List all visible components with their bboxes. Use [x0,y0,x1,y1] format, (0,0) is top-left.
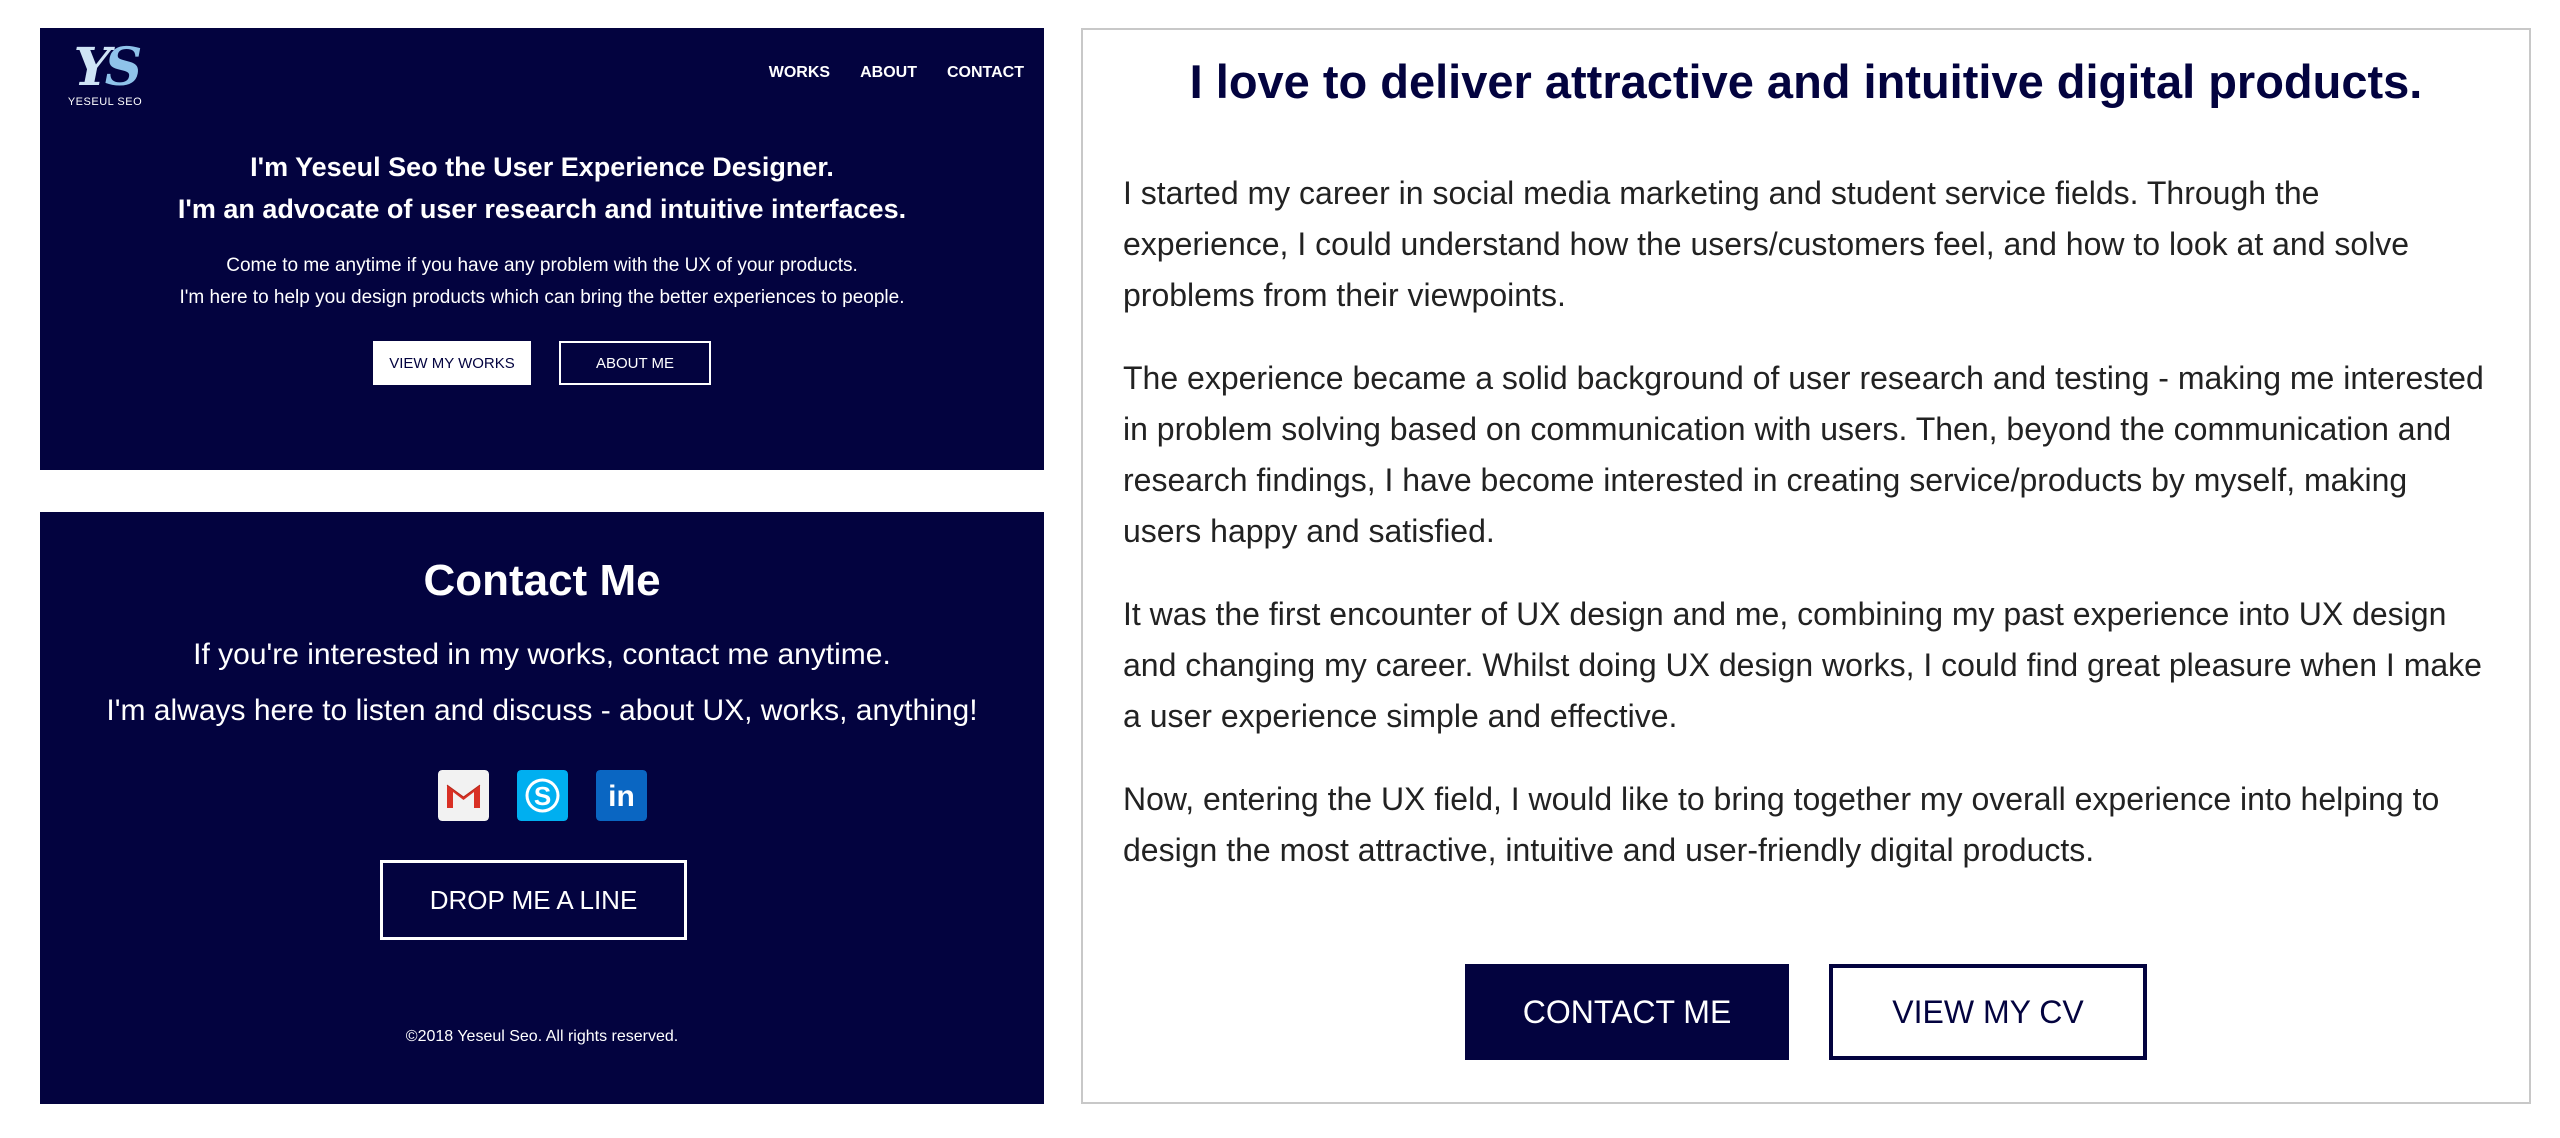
contact-line1: If you're interested in my works, contac… [193,638,891,671]
about-paragraph: The experience became a solid background… [1123,360,2484,549]
hero-title: I'm Yeseul Seo the User Experience Desig… [40,146,1044,230]
hero-title-line2: I'm an advocate of user research and int… [177,194,907,224]
contact-line2: I'm always here to listen and discuss - … [106,694,978,727]
hero-title-line1: I'm Yeseul Seo the User Experience Desig… [250,152,834,182]
about-paragraph: Now, entering the UX field, I would like… [1123,781,2440,868]
linkedin-icon[interactable]: in [595,770,647,821]
drop-me-a-line-button[interactable]: DROP ME A LINE [380,860,687,940]
about-panel: I love to deliver attractive and intuiti… [1081,28,2531,1104]
view-my-works-button[interactable]: VIEW MY WORKS [373,341,531,385]
nav-about[interactable]: ABOUT [860,64,917,82]
nav-works[interactable]: WORKS [769,64,830,82]
skype-icon[interactable]: S [516,770,568,821]
hero-subtitle: Come to me anytime if you have any probl… [40,250,1044,314]
nav-contact[interactable]: CONTACT [947,64,1024,82]
svg-text:in: in [608,780,635,813]
svg-text:S: S [533,781,550,811]
contact-me-button[interactable]: CONTACT ME [1465,964,1789,1060]
about-buttons: CONTACT ME VIEW MY CV [1083,964,2529,1060]
about-me-button[interactable]: ABOUT ME [559,341,711,385]
about-title: I love to deliver attractive and intuiti… [1189,55,2423,108]
view-my-cv-button[interactable]: VIEW MY CV [1829,964,2147,1060]
social-icons: S in [40,770,1044,821]
gmail-icon[interactable] [437,770,489,821]
logo-text: YESEUL SEO [67,96,143,108]
copyright-footer: ©2018 Yeseul Seo. All rights reserved. [405,1028,679,1045]
top-nav: WORKS ABOUT CONTACT [769,64,1024,82]
hero-sub-line2: I'm here to help you design products whi… [179,287,905,308]
logo[interactable]: YS YESEUL SEO [60,37,150,109]
contact-title: Contact Me [423,556,661,605]
logo-mark: YS [73,37,143,98]
hero-buttons: VIEW MY WORKS ABOUT ME [40,341,1044,385]
contact-panel: Contact Me If you're interested in my wo… [40,512,1044,1104]
hero-panel: YS YESEUL SEO WORKS ABOUT CONTACT I'm Ye… [40,28,1044,470]
about-paragraphs: I started my career in social media mark… [1123,168,2493,908]
about-paragraph: I started my career in social media mark… [1123,175,2410,313]
hero-sub-line1: Come to me anytime if you have any probl… [226,255,858,276]
about-paragraph: It was the first encounter of UX design … [1123,596,2482,734]
